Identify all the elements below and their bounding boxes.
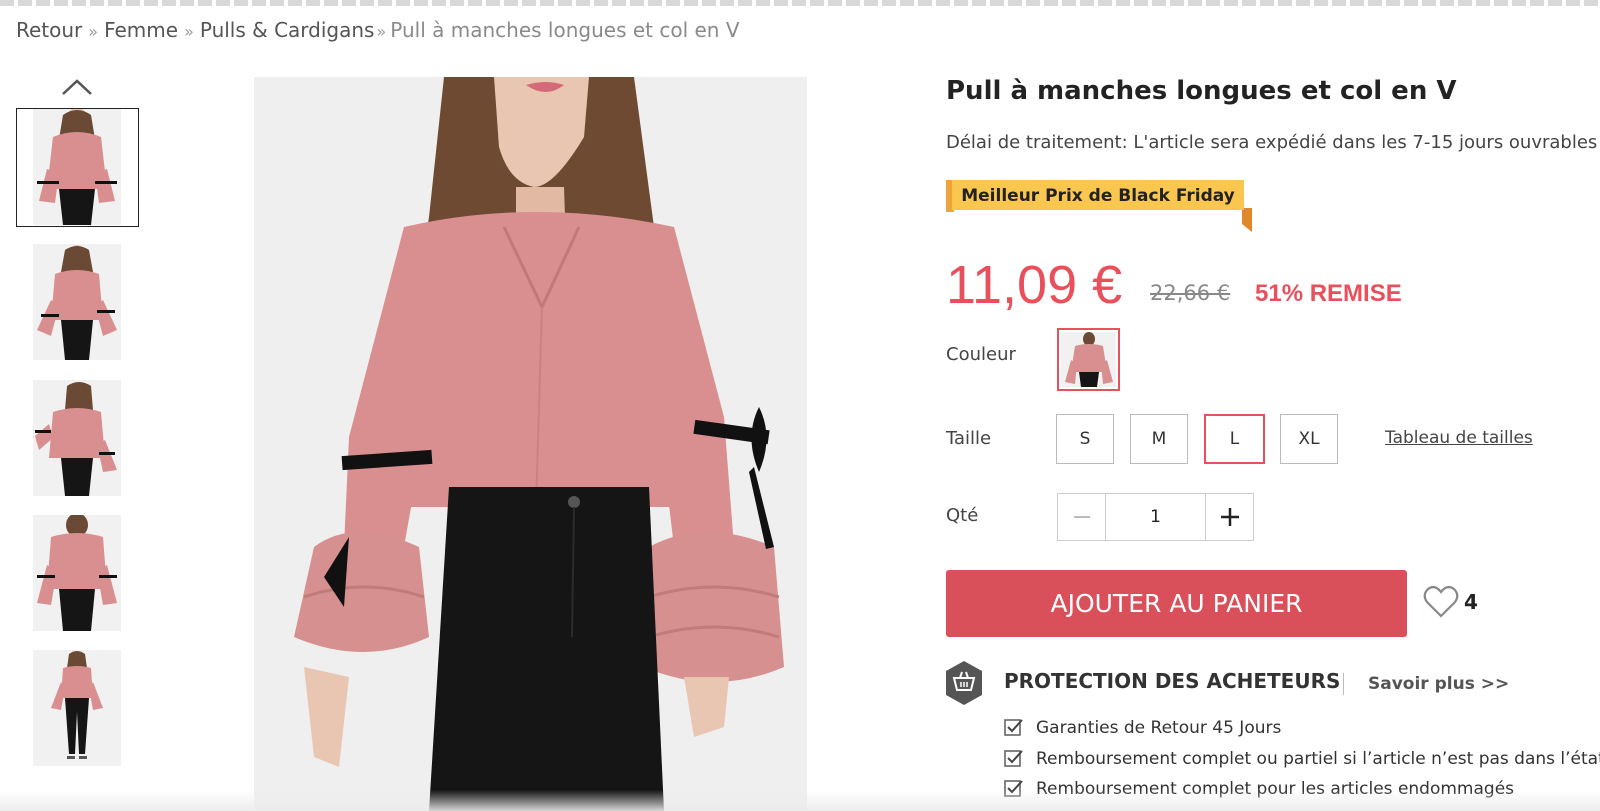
page-top-border xyxy=(0,0,1600,6)
breadcrumb-link-femme[interactable]: Femme xyxy=(104,18,178,42)
wishlist-count: 4 xyxy=(1464,590,1478,614)
page-bottom-shadow xyxy=(0,790,1600,811)
learn-more-link[interactable]: Savoir plus >> xyxy=(1368,674,1509,694)
old-price: 22,66 € xyxy=(1150,281,1231,305)
breadcrumb-separator: » xyxy=(376,22,387,41)
discount-badge: 51% REMISE xyxy=(1255,280,1402,307)
main-product-image[interactable] xyxy=(254,77,807,811)
product-title: Pull à manches longues et col en V xyxy=(946,76,1457,106)
size-label: Taille xyxy=(946,428,992,449)
heart-icon[interactable] xyxy=(1423,584,1459,620)
promo-badge-label: Meilleur Prix de Black Friday xyxy=(961,186,1235,206)
current-price: 11,09 € xyxy=(946,255,1123,315)
quantity-input[interactable]: 1 xyxy=(1106,494,1205,540)
breadcrumb: Retour» Femme» Pulls & Cardigans» Pull à ma… xyxy=(16,18,740,42)
size-chart-link[interactable]: Tableau de tailles xyxy=(1385,428,1533,448)
thumbnail-back-view[interactable] xyxy=(33,515,121,631)
buyer-protection-title: PROTECTION DES ACHETEURS xyxy=(1004,669,1341,693)
color-label: Couleur xyxy=(946,344,1016,365)
checkbox-check-icon xyxy=(1004,719,1023,736)
guarantee-text: Garanties de Retour 45 Jours xyxy=(1036,718,1282,738)
breadcrumb-link-back[interactable]: Retour xyxy=(16,18,82,42)
divider xyxy=(1343,673,1344,695)
thumbnail-full-length[interactable] xyxy=(33,650,121,766)
size-option-m[interactable]: M xyxy=(1130,414,1188,464)
breadcrumb-current: Pull à manches longues et col en V xyxy=(390,18,740,42)
add-to-cart-button[interactable]: AJOUTER AU PANIER xyxy=(946,570,1407,637)
color-swatch-pink[interactable] xyxy=(1057,328,1120,391)
thumbnail-front-open[interactable] xyxy=(33,244,121,360)
breadcrumb-separator: » xyxy=(184,22,194,41)
size-option-s[interactable]: S xyxy=(1056,414,1114,464)
breadcrumb-separator: » xyxy=(88,22,99,41)
quantity-decrease-button[interactable] xyxy=(1058,494,1106,540)
guarantee-text: Remboursement complet ou partiel si l’ar… xyxy=(1036,749,1600,769)
quantity-increase-button[interactable] xyxy=(1205,494,1253,540)
plus-icon xyxy=(1220,508,1239,526)
processing-time: Délai de traitement: L'article sera expé… xyxy=(946,132,1598,153)
shield-basket-icon xyxy=(944,660,984,706)
thumbnail-front-view[interactable] xyxy=(33,109,121,225)
thumbnail-side-view[interactable] xyxy=(33,380,121,496)
quantity-stepper: 1 xyxy=(1057,493,1254,541)
size-option-l[interactable]: L xyxy=(1204,414,1265,464)
guarantee-item: Garanties de Retour 45 Jours xyxy=(1004,718,1281,738)
quantity-label: Qté xyxy=(946,505,979,526)
minus-icon xyxy=(1073,516,1090,518)
size-option-xl[interactable]: XL xyxy=(1280,414,1338,464)
chevron-up-icon[interactable] xyxy=(61,76,93,98)
guarantee-item: Remboursement complet ou partiel si l’ar… xyxy=(1004,749,1600,769)
breadcrumb-link-pulls[interactable]: Pulls & Cardigans xyxy=(200,18,375,42)
checkbox-check-icon xyxy=(1004,750,1023,767)
